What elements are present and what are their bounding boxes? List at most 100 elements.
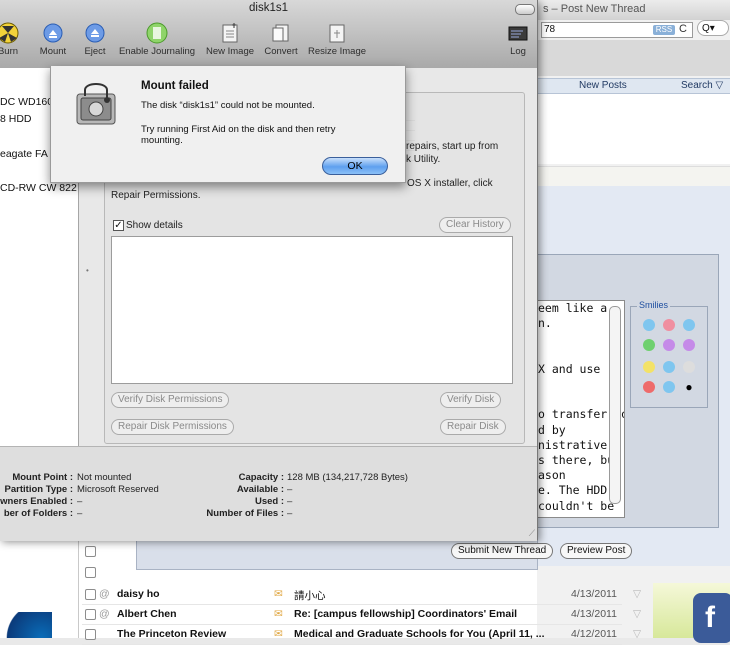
mail-sender: daisy ho <box>117 588 160 600</box>
mail-date: 4/12/2011 <box>571 628 617 640</box>
smiley-frown-icon[interactable] <box>643 381 655 393</box>
window-title: disk1s1 <box>249 2 288 14</box>
log-label: Log <box>510 46 526 57</box>
mail-row[interactable]: @ daisy ho ✉ 請小心 4/13/2011 ▽ <box>82 584 641 605</box>
owners-enabled-label: wners Enabled : <box>0 496 73 507</box>
number-of-files-value: – <box>287 508 293 519</box>
envelope-icon: ✉ <box>274 608 283 620</box>
eject-label: Eject <box>84 46 106 57</box>
smilies-box: ● <box>630 306 708 408</box>
mail-sender: Albert Chen <box>117 608 177 620</box>
rss-button[interactable]: RSS <box>653 25 675 35</box>
row-checkbox[interactable] <box>85 589 96 600</box>
attachment-icon: @ <box>99 588 110 600</box>
preview-post-button[interactable]: Preview Post <box>560 543 633 559</box>
submit-new-thread-button[interactable]: Submit New Thread <box>451 543 554 559</box>
disk-info-panel: Mount Point : Not mounted Partition Type… <box>0 446 537 541</box>
mail-subject: 請小心 <box>294 590 326 602</box>
log-icon <box>507 22 529 44</box>
search-field[interactable]: Q▾ <box>697 20 729 36</box>
row-checkbox[interactable] <box>85 546 96 557</box>
mount-icon <box>42 22 64 44</box>
disk-utility-toolbar: disk1s1 Burn Mount Eject Enable Journali… <box>0 0 537 69</box>
smiley-rolleyes-icon[interactable] <box>683 361 695 373</box>
convert-label: Convert <box>264 46 298 57</box>
enable-journaling-label: Enable Journaling <box>118 46 196 57</box>
repair-disk-permissions-button[interactable]: Repair Disk Permissions <box>111 419 234 435</box>
flag-icon[interactable]: ▽ <box>633 628 641 640</box>
convert-icon <box>270 22 292 44</box>
enable-journaling-button[interactable]: Enable Journaling <box>116 22 198 57</box>
journaling-icon <box>146 22 168 44</box>
nav-search[interactable]: Search ▽ <box>681 80 723 91</box>
smiley-mad-icon[interactable] <box>683 339 695 351</box>
envelope-icon: ✉ <box>274 588 283 600</box>
smiley-cool-icon[interactable] <box>643 319 655 331</box>
mount-failed-alert: Mount failed The disk “disk1s1” could no… <box>50 66 406 183</box>
reload-icon[interactable]: C <box>679 22 691 36</box>
forum-navbar: New Posts Search ▽ <box>537 78 730 94</box>
repair-disk-button[interactable]: Repair Disk <box>440 419 506 435</box>
sidebar-item-seagate[interactable]: eagate FA ( <box>0 148 54 160</box>
used-value: – <box>287 496 293 507</box>
sidebar-item-cd-rw[interactable]: CD-RW CW 822 <box>0 182 77 194</box>
first-aid-log[interactable] <box>111 236 513 384</box>
mail-row[interactable]: The Princeton Review ✉ Medical and Gradu… <box>82 624 641 645</box>
app-logo-icon <box>0 612 52 638</box>
nav-new-posts[interactable]: New Posts <box>579 80 627 91</box>
instructions-installer: OS X installer, click <box>407 178 493 189</box>
smiley-confused-icon[interactable] <box>663 361 675 373</box>
mail-row[interactable]: @ Albert Chen ✉ Re: [campus fellowship] … <box>82 604 641 625</box>
row-checkbox[interactable] <box>85 629 96 640</box>
alert-title: Mount failed <box>141 80 209 92</box>
facebook-ad[interactable]: f <box>653 583 730 643</box>
log-button[interactable]: Log <box>506 22 530 57</box>
mail-date: 4/13/2011 <box>571 588 617 600</box>
available-label: Available : <box>236 484 284 495</box>
new-image-button[interactable]: New Image <box>203 22 257 57</box>
mount-button[interactable]: Mount <box>36 22 70 57</box>
facebook-logo-icon: f <box>693 593 730 643</box>
smiley-eek-icon[interactable] <box>663 339 675 351</box>
sidebar-item-disk[interactable]: DC WD160 <box>0 96 53 108</box>
textarea-scrollbar[interactable] <box>609 306 621 504</box>
smiley-grin-icon[interactable] <box>643 339 655 351</box>
smiley-redface-icon[interactable] <box>663 381 675 393</box>
apple-icon[interactable]: ● <box>683 381 695 393</box>
row-checkbox[interactable] <box>85 567 96 578</box>
eject-button[interactable]: Eject <box>81 22 109 57</box>
smiley-wink-icon[interactable] <box>683 319 695 331</box>
sidebar-item-disk-size[interactable]: 8 HDD <box>0 113 32 125</box>
verify-disk-permissions-button[interactable]: Verify Disk Permissions <box>111 392 230 408</box>
number-of-folders-value: – <box>77 508 83 519</box>
burn-button[interactable]: Burn <box>0 22 22 57</box>
owners-enabled-value: – <box>77 496 83 507</box>
resize-grip-icon[interactable]: ⟋ <box>529 528 535 539</box>
mail-subject: Re: [campus fellowship] Coordinators' Em… <box>294 608 518 620</box>
smiley-tongue-icon[interactable] <box>663 319 675 331</box>
browser-titlebar: s – Post New Thread <box>537 0 730 20</box>
new-image-icon <box>219 22 241 44</box>
disk-utility-icon <box>71 80 123 132</box>
convert-button[interactable]: Convert <box>261 22 301 57</box>
flag-icon[interactable]: ▽ <box>633 588 641 600</box>
toolbar-toggle-button[interactable] <box>515 4 535 15</box>
number-of-files-label: Number of Files : <box>206 508 284 519</box>
clear-history-button[interactable]: Clear History <box>439 217 511 233</box>
capacity-label: Capacity : <box>238 472 284 483</box>
smiley-smile-icon[interactable] <box>643 361 655 373</box>
verify-disk-button[interactable]: Verify Disk <box>440 392 502 408</box>
browser-tabs-area <box>537 40 730 76</box>
capacity-value: 128 MB (134,217,728 Bytes) <box>287 472 408 483</box>
row-checkbox[interactable] <box>85 609 96 620</box>
ok-button[interactable]: OK <box>322 157 388 175</box>
mail-date: 4/13/2011 <box>571 608 617 620</box>
show-details-checkbox[interactable]: ✓ <box>113 220 124 231</box>
partition-type-label: Partition Type : <box>4 484 73 495</box>
flag-icon[interactable]: ▽ <box>633 608 641 620</box>
burn-icon <box>0 22 19 44</box>
smilies-label: Smilies <box>637 300 671 310</box>
resize-image-button[interactable]: Resize Image <box>305 22 369 57</box>
splitter-handle[interactable]: • <box>86 266 89 275</box>
forum-panel <box>537 94 730 164</box>
